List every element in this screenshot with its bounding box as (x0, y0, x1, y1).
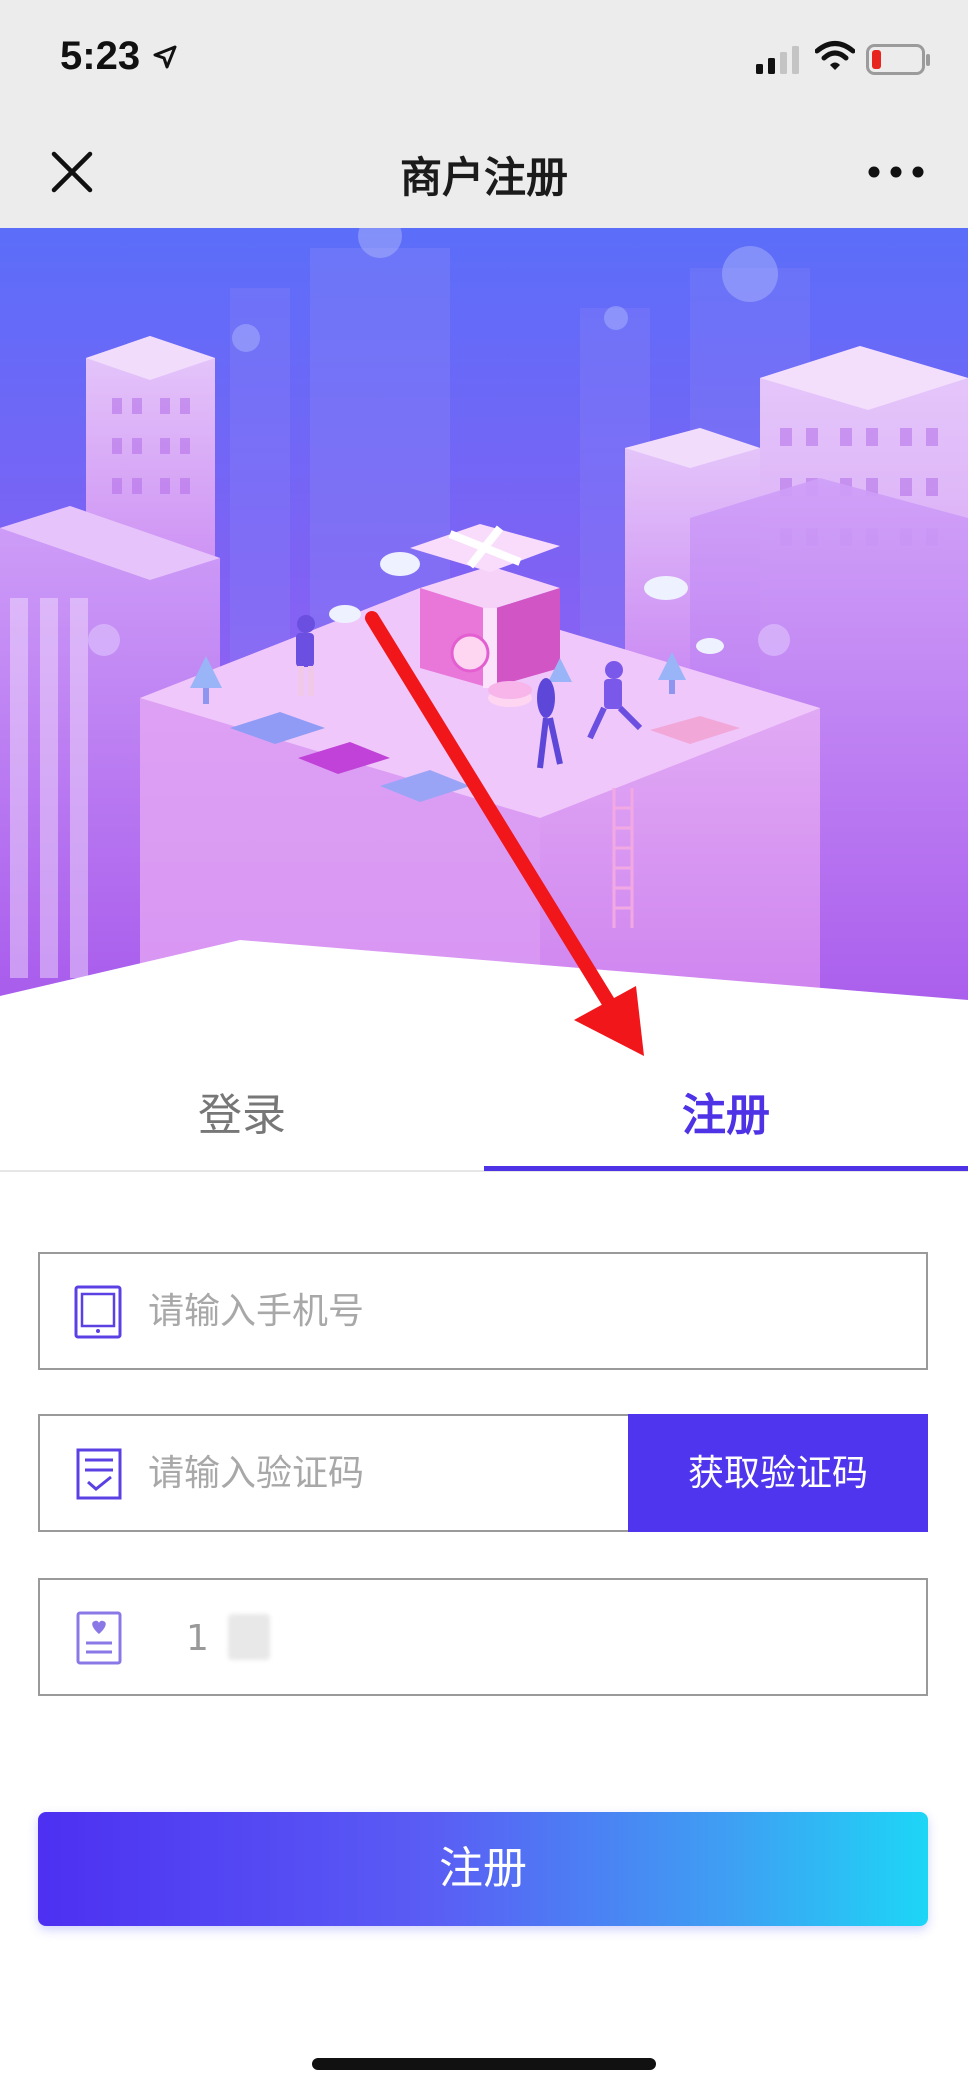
status-bar: 5:23 (0, 0, 968, 116)
phone-field (38, 1252, 928, 1370)
phone-input[interactable] (148, 1254, 708, 1368)
invite-field[interactable]: 1 (38, 1578, 928, 1696)
more-dots-icon[interactable] (866, 160, 926, 184)
verification-code-icon (76, 1448, 122, 1500)
redacted-text (228, 1614, 270, 1660)
register-submit-button[interactable]: 注册 (38, 1812, 928, 1926)
get-code-button[interactable]: 获取验证码 (628, 1414, 928, 1532)
page-title: 商户注册 (399, 153, 568, 202)
invite-value: 1 (186, 1618, 209, 1659)
nav-bar: 商户注册 (0, 116, 968, 228)
cellular-signal-icon (756, 46, 799, 74)
verification-code-input[interactable] (148, 1416, 608, 1530)
phone-icon (74, 1285, 122, 1339)
tab-login[interactable]: 登录 (0, 1060, 484, 1172)
id-card-icon (76, 1611, 122, 1665)
login-register-tabs: 登录 注册 (0, 1060, 968, 1172)
location-arrow-icon (153, 45, 177, 69)
battery-low-icon (866, 44, 930, 75)
verification-code-field (38, 1414, 630, 1532)
register-page: 5:23 商户注册 登录 注册 请输入手机号 请输入验证码 获取验证码 1 注册 (0, 0, 968, 2096)
banner-illustration (0, 228, 968, 1000)
wifi-icon (815, 41, 855, 70)
status-time: 5:23 (60, 34, 141, 78)
tab-register[interactable]: 注册 (484, 1060, 968, 1172)
home-indicator (312, 2058, 656, 2070)
active-tab-indicator (484, 1166, 968, 1171)
